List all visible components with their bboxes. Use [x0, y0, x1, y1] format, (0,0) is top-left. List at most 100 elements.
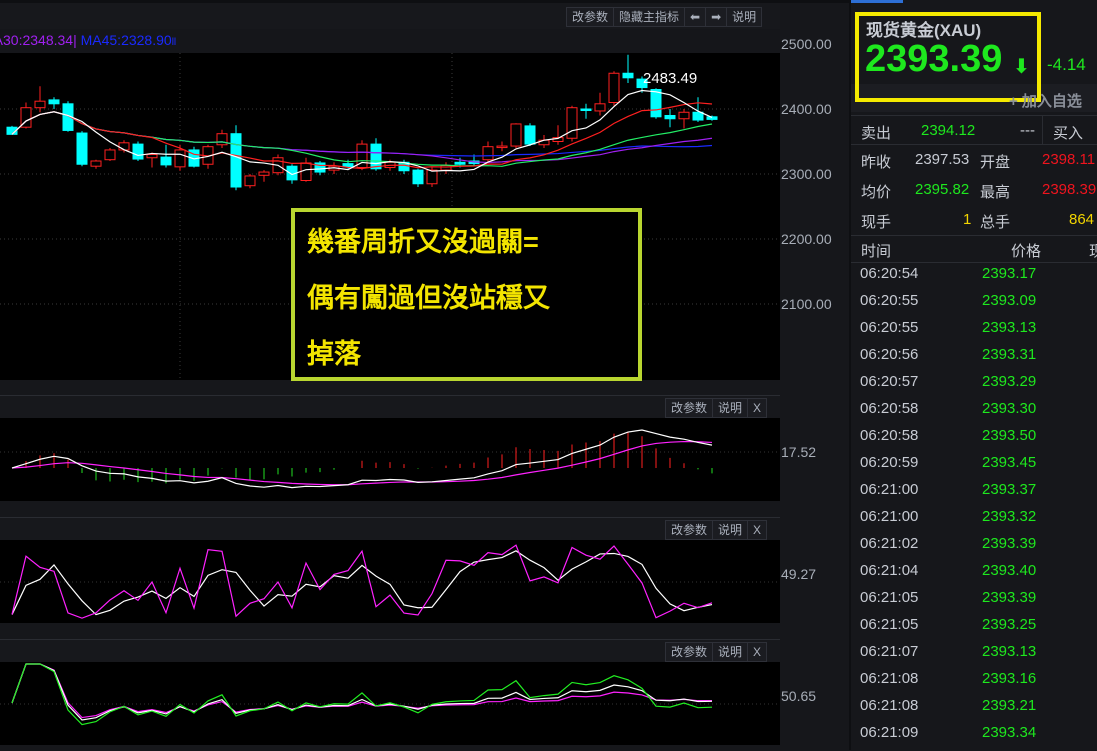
candle-down	[454, 161, 466, 165]
ma45-value: MA45:2328.90	[80, 32, 172, 48]
candle-up	[426, 169, 438, 185]
annotation-line: 偶有闖過但沒站穩又	[307, 283, 550, 313]
help-button[interactable]: 说明	[713, 521, 749, 539]
price-tick: 2300.00	[781, 166, 832, 182]
tick-time: 06:20:55	[860, 319, 919, 336]
tick-price: 2393.50	[982, 427, 1037, 444]
price-tick: 2200.00	[781, 231, 832, 247]
tick-price: 2393.09	[982, 292, 1037, 309]
tick-row: 06:21:09 2393.34	[860, 724, 1097, 751]
tick-price: 2393.40	[982, 562, 1037, 579]
tick-time: 06:20:56	[860, 346, 919, 363]
candle-up	[244, 175, 256, 187]
tick-price: 2393.16	[982, 670, 1037, 687]
tick-time: 06:20:55	[860, 292, 919, 309]
candle-up	[258, 171, 270, 176]
arrow-right-icon[interactable]: ➡	[706, 8, 728, 26]
candle-up	[104, 149, 116, 161]
sell-volume: ---	[1020, 122, 1035, 139]
kd-value: 49.27	[781, 566, 817, 582]
kd-panel-header: 改参数 说明 X	[0, 517, 780, 540]
candle-up	[510, 123, 522, 147]
annotation-line: 幾番周折又沒過關=	[307, 227, 539, 257]
tick-row: 06:21:05 2393.25	[860, 616, 1097, 643]
candle-down	[650, 89, 662, 118]
tick-row: 06:21:08 2393.21	[860, 697, 1097, 724]
edit-params-button[interactable]: 改参数	[666, 643, 714, 661]
close-panel-button[interactable]: X	[748, 399, 767, 417]
chart-toolbar: 改参数 隐藏主指标 ⬅ ➡ 说明	[0, 3, 780, 29]
tick-price: 2393.31	[982, 346, 1037, 363]
tick-price: 2393.39	[982, 589, 1037, 606]
candle-down	[230, 133, 242, 188]
tick-price: 2393.30	[982, 400, 1037, 417]
rsi-value: 50.65	[781, 688, 817, 704]
tick-time: 06:20:58	[860, 427, 919, 444]
annotation-line: 掉落	[307, 339, 361, 369]
help-button[interactable]: 说明	[713, 643, 749, 661]
high-price-label: 2483.49	[643, 70, 698, 87]
ma30-value: MA30:2348.34	[0, 32, 74, 48]
tick-row: 06:21:08 2393.16	[860, 670, 1097, 697]
quote-panel: 现货黄金(XAU) 2393.39 ⬇ -4.14 + 加入自选 卖出 2394…	[851, 0, 1097, 750]
last-price: 2393.39	[865, 38, 1003, 80]
tick-time: 06:20:54	[860, 265, 919, 282]
stat-label: 昨收	[861, 154, 892, 171]
candle-up	[90, 160, 102, 167]
tick-price: 2393.45	[982, 454, 1037, 471]
stat-label: 总手	[980, 214, 1011, 231]
annotation-box: 幾番周折又沒過關= 偶有闖過但沒站穩又 掉落	[291, 208, 642, 381]
candle-down	[370, 143, 382, 170]
tick-row: 06:21:00 2393.37	[860, 481, 1097, 508]
candle-up	[34, 100, 46, 109]
price-tick: 2100.00	[781, 296, 832, 312]
kd-chart	[0, 540, 780, 623]
candle-up	[496, 145, 508, 149]
tick-row: 06:21:07 2393.13	[860, 643, 1097, 670]
tick-row: 06:20:58 2393.50	[860, 427, 1097, 454]
help-button[interactable]: 说明	[727, 8, 762, 26]
candle-up	[608, 72, 620, 103]
edit-params-button[interactable]: 改参数	[666, 399, 714, 417]
add-watchlist-button[interactable]: + 加入自选	[1009, 90, 1082, 111]
tick-price: 2393.34	[982, 724, 1037, 741]
stat-label: 开盘	[980, 154, 1011, 171]
tick-row: 06:20:57 2393.29	[860, 373, 1097, 400]
rsi-panel-header: 改参数 说明 X	[0, 639, 780, 662]
candle-down	[160, 156, 172, 166]
tick-row: 06:20:59 2393.45	[860, 454, 1097, 481]
column-header-price: 价格	[1011, 243, 1042, 260]
candle-up	[482, 146, 494, 161]
price-change: -4.14	[1047, 55, 1086, 74]
tick-row: 06:20:56 2393.31	[860, 346, 1097, 373]
edit-params-button[interactable]: 改参数	[567, 8, 615, 26]
tick-time: 06:20:59	[860, 454, 919, 471]
tick-price: 2393.39	[982, 535, 1037, 552]
candle-up	[118, 142, 130, 151]
tick-time: 06:20:57	[860, 373, 919, 390]
tick-time: 06:21:09	[860, 724, 919, 741]
arrow-left-icon[interactable]: ⬅	[685, 8, 707, 26]
tick-time: 06:21:04	[860, 562, 919, 579]
tick-time: 06:21:05	[860, 616, 919, 633]
close-panel-button[interactable]: X	[748, 521, 767, 539]
tick-time: 06:20:58	[860, 400, 919, 417]
tick-time: 06:21:00	[860, 508, 919, 525]
macd-value: 17.52	[781, 444, 817, 460]
candle-down	[76, 132, 88, 165]
candle-up	[678, 111, 690, 120]
macd-chart	[0, 418, 780, 501]
candle-up	[146, 154, 158, 159]
edit-params-button[interactable]: 改参数	[666, 521, 714, 539]
candle-down	[692, 111, 704, 121]
buy-label: 买入	[1053, 125, 1084, 142]
legend-separator: |	[73, 32, 77, 48]
tick-row: 06:21:00 2393.32	[860, 508, 1097, 535]
candle-up	[440, 165, 452, 171]
candle-down	[412, 169, 424, 185]
close-panel-button[interactable]: X	[748, 643, 767, 661]
prev-close-value: 2397.53	[915, 151, 970, 168]
hide-main-indicator-button[interactable]: 隐藏主指标	[614, 8, 686, 26]
help-button[interactable]: 说明	[713, 399, 749, 417]
tick-time: 06:21:08	[860, 670, 919, 687]
